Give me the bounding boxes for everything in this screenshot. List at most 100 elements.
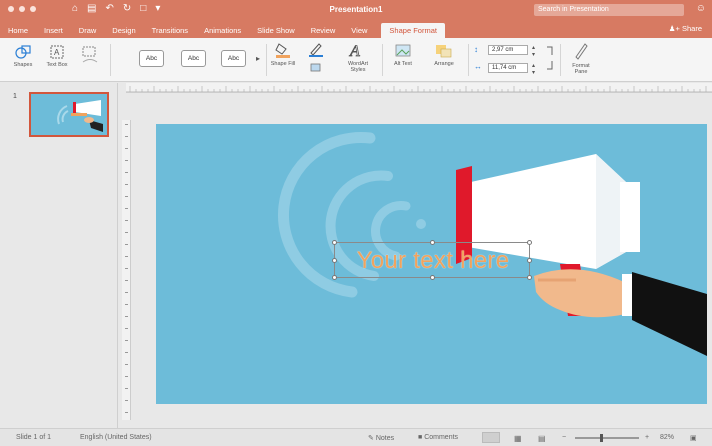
resize-handle[interactable] (332, 240, 337, 245)
share-button[interactable]: ♟+ Share (669, 24, 702, 33)
tab-shape-format[interactable]: Shape Format (381, 23, 445, 38)
arrange-icon (436, 45, 452, 58)
ribbon-shape-format: Shapes A Text Box Abc Abc Abc ▸ Shape Fi… (0, 38, 712, 82)
ribbon-separator (110, 44, 111, 76)
zoom-out-icon[interactable]: − (562, 434, 566, 441)
ruler-tick (125, 280, 128, 281)
shape-effects-button[interactable] (306, 62, 326, 76)
ruler-tick (125, 352, 128, 353)
ruler-tick (125, 220, 128, 221)
ribbon-separator (468, 44, 469, 76)
shape-style-2[interactable]: Abc (181, 50, 206, 67)
edit-shape-icon (82, 46, 98, 63)
search-input[interactable]: Search in Presentation (534, 4, 684, 16)
ruler-tick (125, 412, 128, 413)
more-styles-arrow-icon[interactable]: ▸ (256, 54, 260, 63)
arrange-label: Arrange (434, 61, 454, 67)
shapes-button[interactable]: Shapes (10, 44, 36, 68)
share-label: Share (681, 24, 702, 33)
slide-sorter-icon[interactable]: ▦ (514, 434, 522, 443)
resize-handle[interactable] (430, 240, 435, 245)
title-textbox[interactable]: Your text here (332, 240, 532, 280)
ruler-tick (125, 124, 128, 125)
shapes-icon (15, 45, 31, 59)
paint-bucket-icon (275, 43, 290, 58)
format-brush-icon (575, 43, 588, 60)
tab-view[interactable]: View (343, 23, 375, 38)
comments-button[interactable]: ■ Comments (418, 434, 458, 441)
zoom-slider-track[interactable] (575, 437, 639, 439)
width-icon: ↔ (474, 62, 482, 71)
ruler-ticks (126, 86, 712, 92)
tab-transitions[interactable]: Transitions (144, 23, 196, 38)
resize-handle[interactable] (430, 275, 435, 280)
slide-canvas[interactable]: Your text here (156, 124, 707, 404)
vertical-ruler (122, 120, 131, 420)
format-pane-label: Format Pane (572, 63, 590, 75)
zoom-slider-knob[interactable] (600, 434, 603, 442)
tab-slide-show[interactable]: Slide Show (249, 23, 303, 38)
ruler-tick (125, 184, 128, 185)
zoom-level[interactable]: 82% (660, 434, 674, 441)
wordart-styles-button[interactable]: A WordArt Styles (340, 41, 376, 73)
ruler-tick (125, 340, 128, 341)
ruler-tick (125, 172, 128, 173)
text-box-label: Text Box (46, 62, 68, 68)
edit-shape-button[interactable] (78, 44, 102, 70)
lock-aspect-icon[interactable] (544, 45, 556, 73)
tab-draw[interactable]: Draw (71, 23, 105, 38)
shape-style-3[interactable]: Abc (221, 50, 246, 67)
svg-text:A: A (349, 43, 360, 59)
normal-view-button[interactable] (482, 432, 500, 443)
fit-to-window-icon[interactable]: ▣ (690, 434, 697, 442)
tab-home[interactable]: Home (0, 23, 36, 38)
title-bar: ⌂ ▤ ↶ ↻ □ ▾ Presentation1 Search in Pres… (0, 0, 712, 38)
ruler-tick (125, 232, 128, 233)
shape-width-input[interactable]: 11,74 cm (488, 63, 528, 73)
ribbon-tabs: Home Insert Draw Design Transitions Anim… (0, 23, 445, 38)
format-pane-button[interactable]: Format Pane (566, 41, 596, 75)
shape-style-1[interactable]: Abc (139, 50, 164, 67)
alt-text-label: Alt Text (394, 61, 412, 67)
ruler-tick (125, 160, 128, 161)
svg-text:A: A (54, 48, 60, 57)
height-stepper[interactable]: ▴ ▾ (532, 44, 535, 58)
zoom-in-icon[interactable]: + (645, 434, 649, 441)
notes-label: Notes (375, 435, 395, 442)
ruler-tick (125, 136, 128, 137)
shape-fill-label: Shape Fill (270, 61, 296, 67)
tab-review[interactable]: Review (303, 23, 344, 38)
width-stepper[interactable]: ▴ ▾ (532, 62, 535, 76)
ruler-tick (125, 364, 128, 365)
shapes-label: Shapes (13, 62, 33, 68)
reading-view-icon[interactable]: ▤ (538, 434, 546, 443)
tab-design[interactable]: Design (104, 23, 143, 38)
ruler-tick (125, 244, 128, 245)
ruler-tick (125, 292, 128, 293)
textbox-text[interactable]: Your text here (335, 247, 531, 275)
wordart-icon: A (349, 43, 361, 59)
ribbon-separator (266, 44, 267, 76)
pen-outline-icon (309, 43, 323, 57)
ruler-tick (125, 196, 128, 197)
arrange-button[interactable]: Arrange (426, 43, 462, 67)
notes-button[interactable]: ✎ Notes (368, 434, 394, 442)
language-indicator[interactable]: English (United States) (80, 434, 152, 441)
ruler-tick (125, 148, 128, 149)
shape-outline-button[interactable] (306, 41, 326, 59)
shape-height-input[interactable]: 2,97 cm (488, 45, 528, 55)
shape-fill-button[interactable]: Shape Fill (270, 41, 296, 67)
resize-handle[interactable] (332, 275, 337, 280)
slide-thumbnail[interactable] (29, 92, 109, 137)
resize-handle[interactable] (527, 275, 532, 280)
text-box-button[interactable]: A Text Box (44, 44, 70, 68)
alt-text-button[interactable]: Alt Text (389, 43, 417, 67)
slide-count: Slide 1 of 1 (16, 434, 52, 441)
horizontal-ruler (126, 83, 712, 93)
ruler-tick (125, 328, 128, 329)
resize-handle[interactable] (527, 240, 532, 245)
ruler-tick (125, 304, 128, 305)
feedback-smiley-icon[interactable]: ☺ (696, 3, 706, 14)
tab-insert[interactable]: Insert (36, 23, 71, 38)
tab-animations[interactable]: Animations (196, 23, 249, 38)
